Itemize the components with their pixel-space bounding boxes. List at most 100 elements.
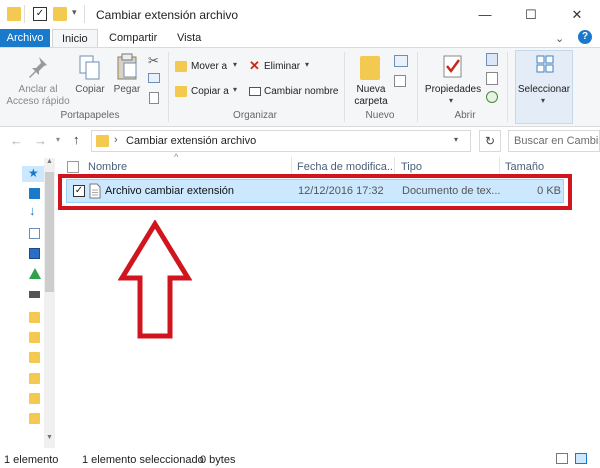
group-label-nuevo: Nuevo — [365, 110, 395, 121]
copy-path-icon[interactable] — [148, 73, 160, 83]
group-label-portapapeles: Portapapeles — [60, 110, 120, 121]
new-folder-icon — [360, 56, 380, 80]
scroll-thumb[interactable] — [45, 172, 54, 292]
move-to-button[interactable]: Mover a ▾ — [175, 59, 243, 75]
tab-inicio[interactable]: Inicio — [52, 29, 98, 48]
folder-icon — [96, 135, 109, 147]
move-to-label: Mover a — [191, 61, 228, 72]
scroll-down-icon[interactable]: ▼ — [45, 434, 54, 444]
window-title: Cambiar extensión archivo — [96, 8, 239, 22]
group-separator — [507, 52, 508, 122]
forward-arrow-icon[interactable]: → — [34, 133, 47, 148]
tab-vista[interactable]: Vista — [168, 29, 210, 47]
star-icon: ★ — [28, 166, 39, 180]
new-folder-button[interactable]: Nueva carpeta — [350, 50, 392, 108]
maximize-button[interactable]: ☐ — [508, 0, 554, 29]
folder-icon[interactable] — [29, 373, 40, 384]
delete-button[interactable]: ✕ Eliminar ▾ — [249, 58, 315, 75]
group-separator — [417, 52, 418, 122]
edit-icon[interactable] — [486, 72, 498, 85]
quick-access-dropdown-icon[interactable]: ▾ — [72, 7, 77, 18]
copy-to-button[interactable]: Copiar a ▾ — [175, 84, 243, 100]
title-bar: ✓ ▾ Cambiar extensión archivo — ☐ ✕ — [0, 0, 600, 29]
select-button[interactable]: Seleccionar ▾ — [515, 50, 573, 124]
copy-to-icon — [175, 86, 187, 97]
new-folder-label-line1: Nueva — [356, 84, 386, 95]
easy-access-icon[interactable] — [394, 75, 406, 87]
properties-check-icon[interactable]: ✓ — [33, 7, 47, 21]
divider — [84, 5, 85, 23]
address-bar[interactable]: › Cambiar extensión archivo ▾ — [91, 130, 471, 152]
folder-icon[interactable] — [29, 332, 40, 343]
properties-label: Propiedades — [424, 84, 482, 95]
paste-label: Pegar — [113, 84, 141, 95]
history-icon[interactable] — [486, 91, 498, 103]
column-header-date[interactable]: Fecha de modifica... — [297, 161, 396, 173]
large-icons-view-icon[interactable] — [575, 453, 587, 464]
folder-icon — [7, 7, 21, 21]
new-folder-icon[interactable] — [53, 7, 67, 21]
tab-compartir[interactable]: Compartir — [100, 29, 166, 47]
pin-icon — [29, 57, 47, 78]
folder-icon[interactable] — [29, 413, 40, 424]
status-selected: 1 elemento seleccionado — [82, 454, 204, 466]
pin-label-line2: Acceso rápido — [6, 96, 70, 107]
search-input[interactable]: Buscar en Cambiar — [508, 130, 600, 152]
divider — [24, 5, 25, 23]
select-grid-icon — [536, 55, 554, 73]
pin-quick-access-button[interactable]: Anclar al Acceso rápido — [6, 50, 70, 107]
column-header-type[interactable]: Tipo — [401, 161, 422, 173]
up-arrow-icon[interactable]: ↑ — [73, 132, 80, 147]
group-label-abrir: Abrir — [454, 110, 476, 121]
nav-item-quick-access[interactable]: ★ — [22, 166, 44, 182]
open-icon[interactable] — [486, 53, 498, 66]
refresh-icon[interactable]: ↻ — [479, 130, 501, 152]
scissors-icon[interactable]: ✂ — [148, 53, 159, 69]
rename-button[interactable]: Cambiar nombre — [249, 84, 341, 100]
pictures-icon[interactable] — [29, 248, 40, 259]
status-bar: 1 elemento 1 elemento seleccionado 0 byt… — [0, 448, 600, 468]
status-bytes: 0 bytes — [200, 454, 236, 466]
copy-label: Copiar — [75, 84, 105, 95]
dropdown-arrow-icon: ▾ — [449, 96, 454, 105]
folder-icon[interactable] — [29, 312, 40, 323]
dropdown-arrow-icon: ▾ — [541, 96, 546, 105]
properties-check-icon — [443, 55, 462, 78]
breadcrumb[interactable]: Cambiar extensión archivo — [126, 135, 256, 147]
copy-to-label: Copiar a — [191, 86, 229, 97]
folder-icon[interactable] — [29, 393, 40, 404]
rename-label: Cambiar nombre — [264, 86, 339, 97]
navigation-pane — [0, 158, 44, 448]
drive-icon[interactable] — [29, 291, 40, 298]
copy-icon — [79, 55, 100, 80]
tab-archivo[interactable]: Archivo — [0, 29, 50, 47]
group-separator — [168, 52, 169, 122]
address-dropdown-icon[interactable]: ▾ — [454, 135, 458, 144]
folder-icon[interactable] — [29, 352, 40, 363]
select-all-checkbox[interactable] — [67, 161, 79, 173]
documents-icon[interactable] — [29, 228, 40, 239]
google-drive-icon[interactable] — [29, 268, 41, 279]
help-icon[interactable]: ? — [578, 30, 592, 44]
desktop-icon[interactable] — [29, 188, 40, 199]
details-view-icon[interactable] — [556, 453, 568, 464]
column-header-name[interactable]: Nombre — [88, 161, 127, 173]
recent-locations-icon[interactable]: ▾ — [56, 135, 60, 144]
paste-shortcut-icon[interactable] — [149, 92, 159, 104]
new-folder-label-line2: carpeta — [354, 96, 388, 107]
downloads-icon[interactable]: ↓ — [29, 203, 36, 218]
close-button[interactable]: ✕ — [554, 0, 600, 29]
minimize-button[interactable]: — — [462, 0, 508, 29]
scroll-up-icon[interactable]: ▲ — [45, 158, 54, 168]
copy-button[interactable]: Copiar — [72, 50, 108, 100]
dropdown-arrow-icon: ▾ — [233, 85, 238, 94]
ribbon-expand-icon[interactable]: ⌄ — [555, 32, 564, 45]
rename-icon — [249, 87, 261, 96]
column-header-size[interactable]: Tamaño — [505, 161, 544, 173]
back-arrow-icon[interactable]: ← — [10, 133, 23, 148]
new-item-icon[interactable] — [394, 55, 408, 67]
move-to-icon — [175, 61, 187, 72]
paste-button[interactable]: Pegar — [108, 50, 146, 100]
nav-scrollbar[interactable]: ▲ ▼ — [44, 158, 55, 448]
properties-button[interactable]: Propiedades ▾ — [422, 50, 484, 108]
